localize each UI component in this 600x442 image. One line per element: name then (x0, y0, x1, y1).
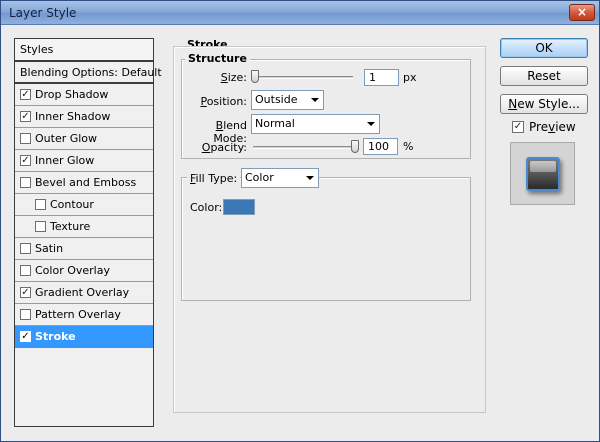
blend-mode-value: Normal (255, 117, 295, 130)
preview-label-pre: Pre (529, 120, 549, 134)
style-item-pattern-overlay[interactable]: Pattern Overlay (15, 304, 153, 326)
position-label-rest: osition: (206, 95, 247, 108)
style-item-label: Texture (50, 220, 91, 233)
style-item-contour[interactable]: Contour (15, 194, 153, 216)
position-select[interactable]: Outside (251, 90, 324, 110)
stroke-color-swatch[interactable] (223, 199, 255, 215)
style-item-texture[interactable]: Texture (15, 216, 153, 238)
chevron-down-icon (367, 122, 375, 126)
chevron-down-icon (306, 176, 314, 180)
close-button[interactable]: × (569, 4, 595, 21)
window-title: Layer Style (9, 6, 77, 20)
position-value: Outside (255, 93, 298, 106)
size-slider-thumb[interactable] (251, 70, 259, 83)
color-label: Color: (190, 201, 223, 214)
style-item-label: Inner Glow (35, 154, 95, 167)
style-item-label: Bevel and Emboss (35, 176, 137, 189)
style-checkbox[interactable] (20, 308, 31, 320)
opacity-unit: % (403, 140, 414, 153)
styles-list-header[interactable]: Styles (15, 39, 153, 62)
structure-group-title: Structure (185, 52, 250, 65)
style-checkbox[interactable] (20, 242, 31, 254)
new-style-accesskey: N (508, 97, 518, 111)
new-style-button[interactable]: New Style... (500, 94, 588, 114)
style-item-label: Satin (35, 242, 64, 255)
style-preview (510, 142, 575, 205)
preview-thumbnail (526, 157, 560, 191)
style-checkbox[interactable] (20, 132, 31, 144)
preview-check-icon[interactable]: ✓ (512, 120, 524, 133)
fill-type-value: Color (245, 171, 274, 184)
style-checkbox[interactable]: ✓ (20, 110, 31, 122)
opacity-slider-track[interactable] (253, 146, 353, 149)
style-item-label: Contour (50, 198, 94, 211)
size-label-rest: ize: (227, 71, 247, 84)
style-item-label: Color Overlay (35, 264, 110, 277)
style-checkbox[interactable] (20, 264, 31, 276)
opacity-label-rest: pacity: (210, 141, 247, 154)
style-checkbox[interactable] (35, 220, 46, 232)
style-checkbox[interactable] (35, 198, 46, 210)
layer-style-dialog: Layer Style × Styles Blending Options: D… (0, 0, 600, 442)
style-checkbox[interactable]: ✓ (20, 88, 31, 100)
styles-list: Styles Blending Options: Default ✓ Drop Sh… (14, 38, 162, 427)
position-label: Position: (197, 95, 247, 108)
style-item-inner-glow[interactable]: ✓ Inner Glow (15, 150, 153, 172)
size-input[interactable]: 1 (364, 69, 399, 86)
style-item-label: Stroke (35, 330, 76, 343)
fill-type-label: Fill Type: (187, 172, 241, 185)
opacity-label: Opacity: (197, 141, 247, 154)
blend-mode-select[interactable]: Normal (251, 114, 380, 134)
style-checkbox[interactable]: ✓ (20, 286, 31, 298)
ok-button[interactable]: OK (500, 38, 588, 58)
size-unit: px (403, 71, 417, 84)
opacity-slider-thumb[interactable] (351, 140, 359, 153)
style-item-label: Inner Shadow (35, 110, 111, 123)
style-item-label: Outer Glow (35, 132, 98, 145)
style-checkbox[interactable]: ✓ (20, 330, 31, 342)
preview-checkbox[interactable]: ✓ Preview (512, 120, 576, 134)
opacity-input[interactable]: 100 (363, 138, 398, 155)
style-item-stroke[interactable]: ✓ Stroke (15, 326, 153, 348)
fill-group (181, 177, 471, 301)
style-item-satin[interactable]: Satin (15, 238, 153, 260)
style-item-blending-options-default[interactable]: Blending Options: Default (15, 62, 162, 84)
size-slider-track[interactable] (253, 76, 353, 79)
style-item-color-overlay[interactable]: Color Overlay (15, 260, 153, 282)
style-item-bevel-and-emboss[interactable]: Bevel and Emboss (15, 172, 153, 194)
size-label: Size: (201, 71, 247, 84)
style-item-inner-shadow[interactable]: ✓ Inner Shadow (15, 106, 153, 128)
reset-button[interactable]: Reset (500, 66, 588, 86)
size-accesskey: S (220, 71, 228, 84)
style-item-drop-shadow[interactable]: ✓ Drop Shadow (15, 84, 153, 106)
style-item-label: Gradient Overlay (35, 286, 130, 299)
style-checkbox[interactable] (20, 176, 31, 188)
fill-type-label-rest: ill Type: (195, 172, 238, 185)
style-item-label: Pattern Overlay (35, 308, 121, 321)
style-item-label: Drop Shadow (35, 88, 109, 101)
title-bar[interactable]: Layer Style × (1, 1, 599, 25)
style-item-outer-glow[interactable]: Outer Glow (15, 128, 153, 150)
style-item-label: Blending Options: Default (20, 66, 162, 79)
preview-label-post: iew (555, 120, 576, 134)
style-item-gradient-overlay[interactable]: ✓ Gradient Overlay (15, 282, 153, 304)
style-checkbox[interactable]: ✓ (20, 154, 31, 166)
fill-type-select[interactable]: Color (241, 168, 319, 188)
new-style-label-rest: ew Style... (517, 97, 580, 111)
chevron-down-icon (311, 98, 319, 102)
